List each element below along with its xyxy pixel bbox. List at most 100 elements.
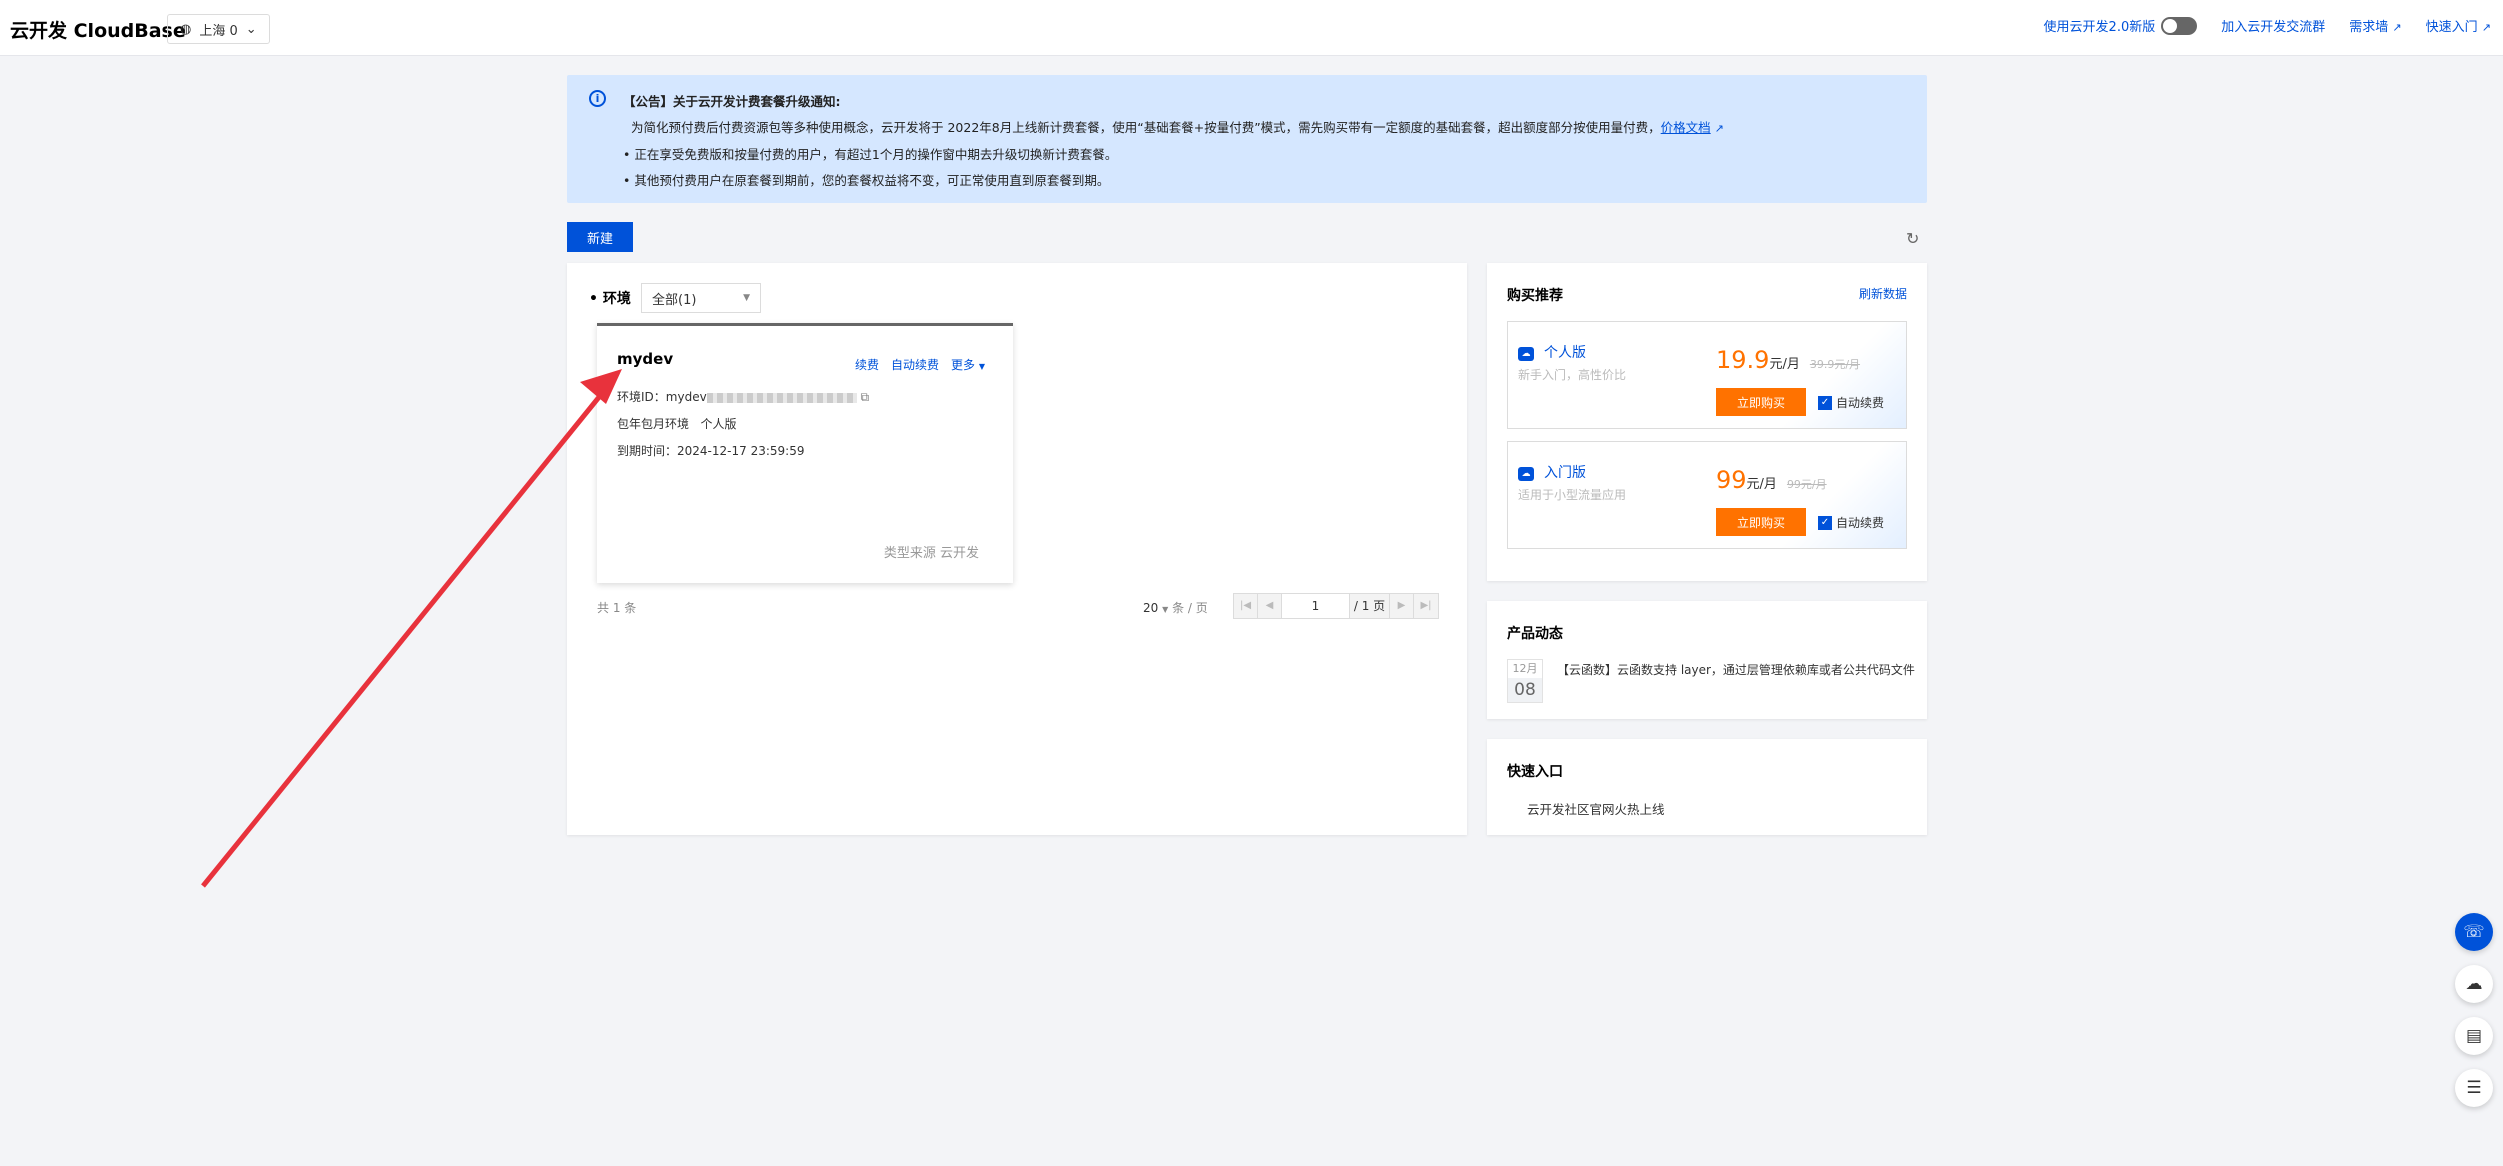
cloud-icon: ☁ — [1518, 347, 1534, 361]
plan-desc: 适用于小型流量应用 — [1518, 488, 1627, 502]
buy-now-button[interactable]: 立即购买 — [1716, 388, 1806, 416]
check-icon: ✓ — [1818, 515, 1832, 530]
plan-price: 19.9元/月 39.9元/月 — [1716, 346, 1860, 374]
auto-renew-checkbox[interactable]: ✓ 自动续费 — [1818, 514, 1884, 531]
env-expire-value: 2024-12-17 23:59:59 — [677, 444, 805, 458]
news-text[interactable]: 【云函数】云函数支持 layer，通过层管理依赖库或者公共代码文件 — [1557, 659, 1915, 703]
pagination-total: 共 1 条 — [597, 601, 637, 615]
copy-icon[interactable]: ⧉ — [861, 390, 870, 404]
next-page-icon[interactable]: ▶ — [1390, 594, 1414, 618]
env-source: 类型来源 云开发 — [883, 546, 979, 561]
prev-page-icon[interactable]: ◀ — [1258, 594, 1282, 618]
plan-price: 99元/月 99元/月 — [1716, 466, 1827, 494]
requirements-label: 需求墙 — [2349, 20, 2389, 35]
announcement-bullet: 其他预付费用户在原套餐到期前，您的套餐权益将不变，可正常使用直到原套餐到期。 — [623, 168, 1907, 194]
last-page-icon[interactable]: ▶| — [1414, 594, 1438, 618]
env-plan-label: 包年包月环境 — [617, 417, 690, 431]
env-card[interactable]: mydev 续费 自动续费 更多 ▼ 环境ID：mydev ⧉ 包年包月环境 个… — [597, 323, 1013, 583]
per-page-label: 条 / 页 — [1172, 601, 1208, 615]
recommend-panel: 购买推荐 刷新数据 ☁ 个人版 新手入门，高性价比 19.9元/月 39.9元/月 … — [1487, 263, 1927, 581]
env-label-text: 环境 — [602, 291, 631, 307]
pricing-doc-link[interactable]: 价格文档 — [1661, 120, 1711, 135]
news-day: 08 — [1508, 678, 1542, 702]
buy-now-button[interactable]: 立即购买 — [1716, 508, 1806, 536]
auto-renew-label: 自动续费 — [1836, 516, 1885, 530]
top-links: 使用云开发2.0新版 加入云开发交流群 需求墙 ↗ 快速入门 ↗ — [2044, 16, 2491, 35]
env-expire-label: 到期时间： — [617, 444, 678, 458]
requirements-link[interactable]: 需求墙 ↗ — [2349, 16, 2401, 35]
caret-down-icon: ▼ — [743, 293, 750, 303]
announcement-banner: i 【公告】关于云开发计费套餐升级通知: 为简化预付费后付费资源包等多种使用概念… — [567, 75, 1927, 203]
refresh-icon[interactable]: ↻ — [1906, 229, 1919, 248]
plan-desc: 新手入门，高性价比 — [1518, 368, 1627, 382]
announcement-text: 为简化预付费后付费资源包等多种使用概念，云开发将于 2022年8月上线新计费套餐… — [631, 120, 1661, 135]
news-title: 产品动态 — [1507, 626, 1563, 642]
info-icon: i — [589, 90, 606, 107]
headset-icon[interactable]: ☏ — [2455, 913, 2493, 951]
floating-toolbar: ☏ ☁ ▤ ☰ — [2455, 913, 2493, 1107]
book-icon[interactable]: ▤ — [2455, 1017, 2493, 1055]
quick-entry-link[interactable]: 快速入门 ↗ — [2426, 16, 2491, 35]
env-id-row: 环境ID：mydev ⧉ — [617, 384, 869, 411]
env-expire-row: 到期时间：2024-12-17 23:59:59 — [617, 438, 869, 465]
cloud-icon: ☁ — [1518, 467, 1534, 481]
page-size-value: 20 — [1143, 601, 1159, 615]
list-icon[interactable]: ☰ — [2455, 1069, 2493, 1107]
plan-name-text: 个人版 — [1544, 345, 1586, 361]
cloud-icon[interactable]: ☁ — [2455, 965, 2493, 1003]
announcement-title: 【公告】关于云开发计费套餐升级通知: — [623, 94, 841, 109]
external-link-icon: ↗ — [2481, 21, 2491, 34]
env-filter-label: • 环境 — [589, 291, 631, 307]
refresh-data-link[interactable]: 刷新数据 — [1859, 285, 1907, 302]
redacted-id — [706, 392, 857, 403]
price-unit: 元/月 — [1746, 477, 1777, 492]
price-value: 99 — [1716, 466, 1747, 494]
env-list-panel: • 环境 全部(1) ▼ mydev 续费 自动续费 更多 ▼ 环境ID：myd… — [567, 263, 1467, 835]
caret-down-icon: ▼ — [978, 362, 985, 371]
region-selector[interactable]: ◍ 上海 0 ⌄ — [167, 14, 270, 44]
page-size-select[interactable]: 20 ▼ 条 / 页 — [1143, 599, 1208, 616]
page-input[interactable]: 1 — [1282, 594, 1350, 618]
brand-logo[interactable]: 云开发 CloudBase — [10, 16, 186, 43]
price-unit: 元/月 — [1769, 357, 1800, 372]
quick-entry-label: 快速入门 — [2425, 20, 2478, 35]
region-label: 上海 0 — [199, 23, 238, 39]
news-item[interactable]: 12月 08 【云函数】云函数支持 layer，通过层管理依赖库或者公共代码文件 — [1507, 659, 1915, 703]
env-plan-row: 包年包月环境 个人版 — [617, 411, 869, 438]
plan-card-starter: ☁ 入门版 适用于小型流量应用 99元/月 99元/月 立即购买 ✓ 自动续费 — [1507, 441, 1907, 549]
top-bar: 云开发 CloudBase ◍ 上海 0 ⌄ 使用云开发2.0新版 加入云开发交… — [0, 0, 2503, 56]
new-env-button[interactable]: 新建 — [567, 222, 633, 252]
env-filter-select[interactable]: 全部(1) ▼ — [641, 283, 761, 313]
env-id-label: 环境ID： — [617, 390, 666, 404]
external-link-icon: ↗ — [1714, 122, 1724, 135]
original-price: 39.9元/月 — [1809, 358, 1861, 371]
news-date: 12月 08 — [1507, 659, 1543, 703]
price-value: 19.9 — [1716, 346, 1770, 374]
plan-name-text: 入门版 — [1544, 465, 1586, 481]
env-actions: 续费 自动续费 更多 ▼ — [855, 356, 985, 373]
page-navigator: |◀ ◀ 1 / 1 页 ▶ ▶| — [1233, 593, 1439, 619]
more-label: 更多 — [951, 358, 976, 372]
check-icon: ✓ — [1818, 395, 1832, 410]
env-filter-value: 全部(1) — [652, 292, 697, 308]
quick-entry-item[interactable]: 云开发社区官网火热上线 — [1527, 799, 1665, 818]
annotation-arrow-line — [201, 384, 610, 888]
quick-entry-title: 快速入口 — [1507, 764, 1563, 780]
new-version-toggle-group[interactable]: 使用云开发2.0新版 — [2044, 16, 2198, 35]
new-version-link[interactable]: 使用云开发2.0新版 — [2044, 16, 2156, 35]
renew-link[interactable]: 续费 — [855, 356, 879, 373]
plan-name: ☁ 入门版 — [1518, 462, 1586, 482]
first-page-icon[interactable]: |◀ — [1234, 594, 1258, 618]
plan-name: ☁ 个人版 — [1518, 342, 1586, 362]
more-dropdown[interactable]: 更多 ▼ — [951, 356, 985, 373]
join-group-link[interactable]: 加入云开发交流群 — [2221, 16, 2325, 35]
env-plan-value: 个人版 — [700, 417, 737, 431]
new-version-toggle[interactable] — [2161, 16, 2198, 35]
news-month: 12月 — [1512, 662, 1538, 675]
auto-renew-checkbox[interactable]: ✓ 自动续费 — [1818, 394, 1884, 411]
auto-renew-link[interactable]: 自动续费 — [891, 356, 939, 373]
recommend-title: 购买推荐 — [1507, 288, 1563, 304]
total-pages: / 1 页 — [1350, 594, 1390, 618]
globe-icon: ◍ — [180, 21, 192, 37]
env-info: 环境ID：mydev ⧉ 包年包月环境 个人版 到期时间：2024-12-17 … — [617, 384, 869, 465]
